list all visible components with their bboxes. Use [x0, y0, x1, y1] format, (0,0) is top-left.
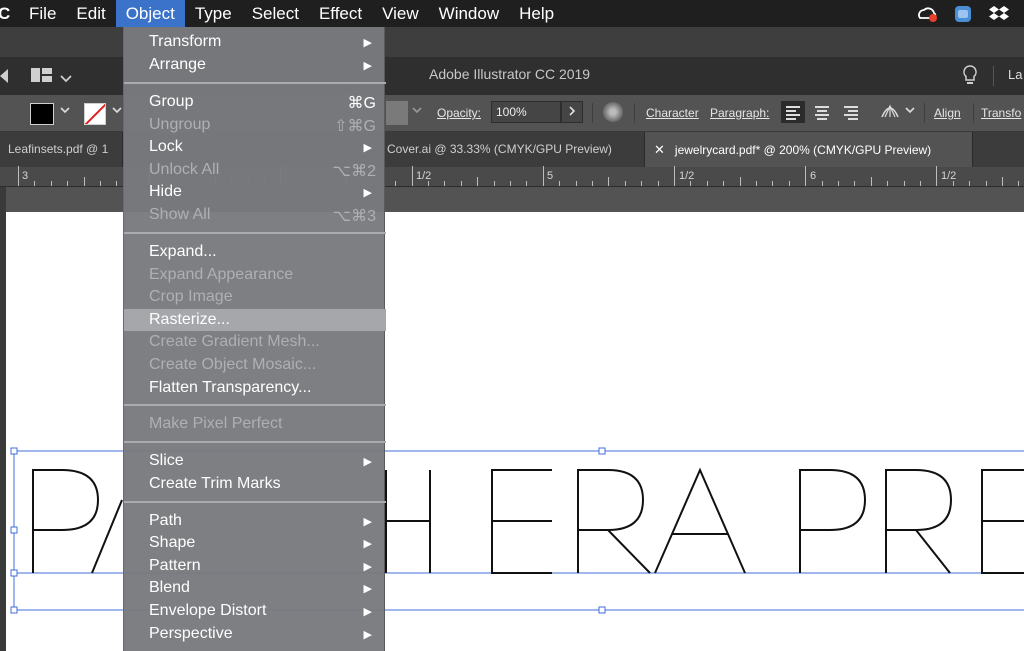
menu-separator: [124, 441, 386, 443]
menu-item-crop-image: Crop Image: [124, 286, 386, 308]
menu-item-label: Rasterize...: [149, 311, 230, 328]
menu-item-shape[interactable]: Shape ▶: [124, 532, 386, 554]
menu-item-perspective[interactable]: Perspective ▶: [124, 623, 386, 645]
menu-item-create-object-mosaic: Create Object Mosaic...: [124, 354, 386, 376]
menu-item-lock[interactable]: Lock ▶: [124, 136, 386, 158]
menu-separator: [124, 82, 386, 84]
menu-item-shortcut: ⌘G: [347, 95, 376, 112]
menu-item-create-gradient-mesh: Create Gradient Mesh...: [124, 331, 386, 353]
menu-item-label: Show All: [149, 206, 211, 223]
menu-item-label: Unlock All: [149, 161, 220, 178]
menu-item-flatten-transparency[interactable]: Flatten Transparency...: [124, 377, 386, 399]
menu-item-path[interactable]: Path ▶: [124, 510, 386, 532]
menu-item-rasterize[interactable]: Rasterize...: [124, 309, 386, 331]
menu-item-hide[interactable]: Hide ▶: [124, 181, 386, 203]
menu-item-label: Envelope Distort: [149, 602, 267, 619]
submenu-arrow-icon: ▶: [363, 456, 372, 468]
menu-item-label: Hide: [149, 183, 182, 200]
menu-item-label: Transform: [149, 33, 222, 50]
menu-item-blend[interactable]: Blend ▶: [124, 577, 386, 599]
menu-item-arrange[interactable]: Arrange ▶: [124, 54, 386, 76]
menu-item-label: Create Gradient Mesh...: [149, 333, 320, 350]
submenu-arrow-icon: ▶: [363, 629, 372, 641]
menu-item-label: Path: [149, 512, 182, 529]
menu-item-label: Shape: [149, 534, 196, 551]
menu-item-label: Expand...: [149, 243, 217, 260]
object-menu: Transform ▶ Arrange ▶ Group ⌘G Ungroup ⇧⌘G Lock ▶…: [123, 27, 386, 651]
menu-item-pattern[interactable]: Pattern ▶: [124, 555, 386, 577]
menu-item-expand[interactable]: Expand...: [124, 241, 386, 263]
submenu-arrow-icon: ▶: [363, 606, 372, 618]
menu-item-ungroup: Ungroup ⇧⌘G: [124, 114, 386, 136]
menu-item-group[interactable]: Group ⌘G: [124, 91, 386, 113]
menu-item-label: Blend: [149, 579, 190, 596]
menu-item-label: Arrange: [149, 56, 206, 73]
menu-item-shortcut: ⌥⌘3: [332, 208, 376, 225]
menu-item-slice[interactable]: Slice ▶: [124, 450, 386, 472]
submenu-arrow-icon: ▶: [363, 538, 372, 550]
menu-item-create-trim-marks[interactable]: Create Trim Marks: [124, 473, 386, 495]
menu-separator: [124, 404, 386, 406]
menu-item-envelope-distort[interactable]: Envelope Distort ▶: [124, 600, 386, 622]
menu-item-label: Pattern: [149, 557, 201, 574]
menu-item-transform[interactable]: Transform ▶: [124, 31, 386, 53]
submenu-arrow-icon: ▶: [363, 60, 372, 72]
menu-item-label: Create Trim Marks: [149, 475, 281, 492]
menu-item-label: Slice: [149, 452, 184, 469]
menu-item-show-all: Show All ⌥⌘3: [124, 204, 386, 226]
menu-item-label: Make Pixel Perfect: [149, 415, 283, 432]
menu-item-label: Create Object Mosaic...: [149, 356, 317, 373]
menu-item-expand-appearance: Expand Appearance: [124, 264, 386, 286]
menu-item-unlock-all: Unlock All ⌥⌘2: [124, 159, 386, 181]
menu-item-label: Perspective: [149, 625, 233, 642]
menu-item-label: Flatten Transparency...: [149, 379, 312, 396]
submenu-arrow-icon: ▶: [363, 583, 372, 595]
menu-item-label: Ungroup: [149, 116, 211, 133]
submenu-arrow-icon: ▶: [363, 37, 372, 49]
submenu-arrow-icon: ▶: [363, 516, 372, 528]
menu-item-label: Lock: [149, 138, 183, 155]
menu-item-shortcut: ⌥⌘2: [332, 163, 376, 180]
submenu-arrow-icon: ▶: [363, 561, 372, 573]
menu-item-label: Group: [149, 93, 194, 110]
menu-separator: [124, 501, 386, 503]
menu-separator: [124, 232, 386, 234]
menu-item-shortcut: ⇧⌘G: [334, 118, 376, 135]
menu-item-label: Crop Image: [149, 288, 233, 305]
submenu-arrow-icon: ▶: [363, 142, 372, 154]
menu-item-label: Expand Appearance: [149, 266, 294, 283]
menu-item-make-pixel-perfect: Make Pixel Perfect: [124, 413, 386, 435]
submenu-arrow-icon: ▶: [363, 187, 372, 199]
